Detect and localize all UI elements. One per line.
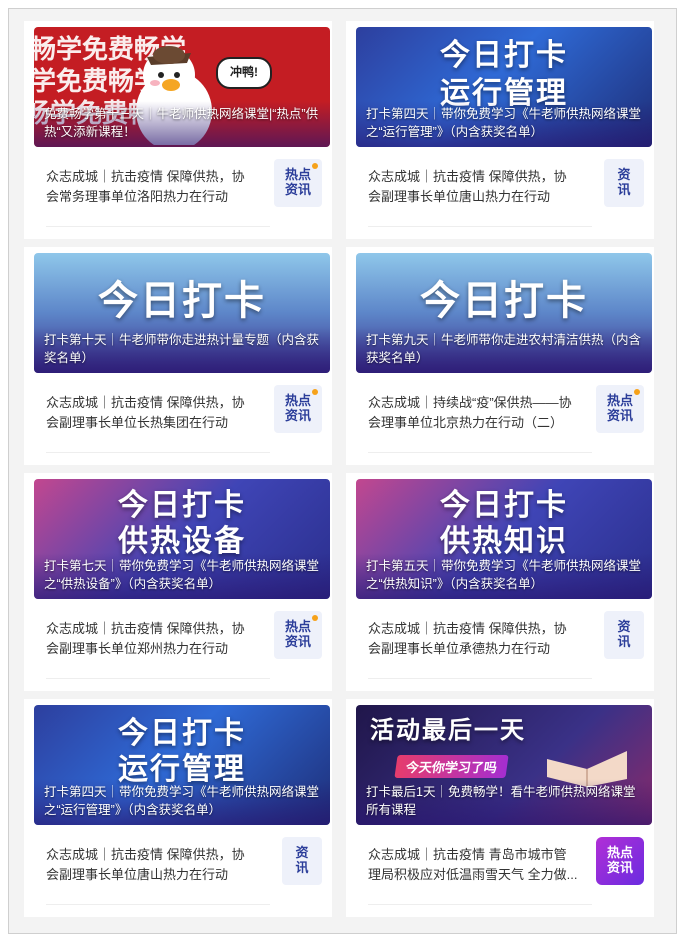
article-card[interactable]: 今日打卡 运行管理 打卡第四天｜带你免费学习《牛老师供热网络课堂之“运行管理”》… — [346, 21, 654, 239]
hot-news-badge-icon: 热点 资讯 — [596, 837, 644, 885]
hot-news-badge-icon: 热点 资讯 — [274, 611, 322, 659]
badge-line-1: 热点 — [284, 394, 311, 409]
badge-line-2: 讯 — [617, 635, 631, 650]
article-card[interactable]: 今日打卡 打卡第十天｜牛老师带你走进热计量专题（内含获奖名单） 众志成城｜抗击疫… — [24, 247, 332, 465]
news-list-item[interactable]: 众志成城｜抗击疫情 青岛市城市管理局积极应对低温雨雪天气 全力做... 热点 资… — [356, 831, 652, 911]
hot-news-badge-icon: 热点 资讯 — [596, 385, 644, 433]
card-banner[interactable]: 活动最后一天 今天你学习了吗 打卡最后1天｜免费畅学！看牛老师供热网络课堂所有课… — [356, 705, 652, 825]
hot-news-badge-icon: 热点 资讯 — [274, 159, 322, 207]
divider — [368, 678, 592, 679]
badge-line-2: 资讯 — [284, 635, 311, 650]
speech-bubble: 冲鸭! — [216, 57, 272, 89]
banner-caption: 打卡第五天｜带你免费学习《牛老师供热网络课堂之“供热知识”》（内含获奖名单） — [366, 559, 642, 591]
badge-line-2: 资讯 — [606, 861, 633, 876]
news-list-item[interactable]: 众志成城｜抗击疫情 保障供热，协会副理事长单位长热集团在行动 热点 资讯 — [34, 379, 330, 459]
banner-headline: 今日打卡 — [118, 488, 246, 523]
badge-line-2: 讯 — [295, 861, 309, 876]
banner-tagline: 今天你学习了吗 — [394, 755, 509, 778]
card-banner[interactable]: 今日打卡 打卡第十天｜牛老师带你走进热计量专题（内含获奖名单） — [34, 253, 330, 373]
news-title: 众志成城｜抗击疫情 保障供热，协会常务理事单位洛阳热力在行动 — [46, 169, 245, 204]
badge-line-1: 热点 — [284, 620, 311, 635]
badge-line-1: 热点 — [606, 846, 633, 861]
news-title: 众志成城｜抗击疫情 保障供热，协会副理事长单位承德热力在行动 — [368, 621, 567, 656]
banner-headline: 活动最后一天 — [370, 716, 526, 744]
news-title: 众志成城｜抗击疫情 保障供热，协会副理事长单位长热集团在行动 — [46, 395, 245, 430]
card-banner[interactable]: 畅学免费畅学 畅学免费畅学 畅学免费畅学 冲鸭! 免费畅学第十三天｜牛老师供热网… — [34, 27, 330, 147]
divider — [368, 452, 592, 453]
divider — [46, 904, 270, 905]
news-list-item[interactable]: 众志成城｜抗击疫情 保障供热，协会副理事长单位郑州热力在行动 热点 资讯 — [34, 605, 330, 685]
article-card[interactable]: 今日打卡 打卡第九天｜牛老师带你走进农村清洁供热（内含获奖名单） 众志成城｜持续… — [346, 247, 654, 465]
article-card[interactable]: 畅学免费畅学 畅学免费畅学 畅学免费畅学 冲鸭! 免费畅学第十三天｜牛老师供热网… — [24, 21, 332, 239]
banner-caption: 打卡第四天｜带你免费学习《牛老师供热网络课堂之“运行管理”》（内含获奖名单） — [44, 785, 320, 817]
banner-caption: 免费畅学第十三天｜牛老师供热网络课堂|“热点”供热“又添新课程！ — [44, 107, 319, 139]
divider — [368, 904, 592, 905]
divider — [46, 452, 270, 453]
badge-line-2: 资讯 — [606, 409, 633, 424]
news-badge-icon: 资 讯 — [604, 611, 644, 659]
card-banner[interactable]: 今日打卡 运行管理 打卡第四天｜带你免费学习《牛老师供热网络课堂之“运行管理”》… — [34, 705, 330, 825]
hot-news-badge-icon: 热点 资讯 — [274, 385, 322, 433]
banner-headline: 今日打卡 — [118, 716, 246, 751]
news-title: 众志成城｜抗击疫情 保障供热，协会副理事长单位唐山热力在行动 — [46, 847, 245, 882]
news-title: 众志成城｜持续战“疫”保供热——协会理事单位北京热力在行动（二） — [368, 395, 572, 430]
badge-line-2: 讯 — [617, 183, 631, 198]
news-list-item[interactable]: 众志成城｜持续战“疫”保供热——协会理事单位北京热力在行动（二） 热点 资讯 — [356, 379, 652, 459]
news-title: 众志成城｜抗击疫情 青岛市城市管理局积极应对低温雨雪天气 全力做... — [368, 847, 578, 882]
badge-line-1: 热点 — [284, 168, 311, 183]
badge-line-1: 热点 — [606, 394, 633, 409]
news-title: 众志成城｜抗击疫情 保障供热，协会副理事长单位唐山热力在行动 — [368, 169, 567, 204]
banner-headline: 今日打卡 — [440, 38, 568, 73]
badge-line-1: 资 — [617, 620, 631, 635]
card-banner[interactable]: 今日打卡 运行管理 打卡第四天｜带你免费学习《牛老师供热网络课堂之“运行管理”》… — [356, 27, 652, 147]
badge-line-2: 资讯 — [284, 183, 311, 198]
banner-headline: 今日打卡 — [420, 278, 588, 324]
news-list-item[interactable]: 众志成城｜抗击疫情 保障供热，协会副理事长单位承德热力在行动 资 讯 — [356, 605, 652, 685]
news-badge-icon: 资 讯 — [604, 159, 644, 207]
divider — [46, 678, 270, 679]
screenshot-frame: 畅学免费畅学 畅学免费畅学 畅学免费畅学 冲鸭! 免费畅学第十三天｜牛老师供热网… — [8, 8, 677, 934]
divider — [46, 226, 270, 227]
article-card[interactable]: 活动最后一天 今天你学习了吗 打卡最后1天｜免费畅学！看牛老师供热网络课堂所有课… — [346, 699, 654, 917]
divider — [368, 226, 592, 227]
news-badge-icon: 资 讯 — [282, 837, 322, 885]
banner-caption: 打卡最后1天｜免费畅学！看牛老师供热网络课堂所有课程 — [366, 785, 636, 817]
banner-headline: 今日打卡 — [98, 278, 266, 324]
badge-line-1: 资 — [617, 168, 631, 183]
badge-line-1: 资 — [295, 846, 309, 861]
banner-headline: 今日打卡 — [440, 488, 568, 523]
card-banner[interactable]: 今日打卡 打卡第九天｜牛老师带你走进农村清洁供热（内含获奖名单） — [356, 253, 652, 373]
news-title: 众志成城｜抗击疫情 保障供热，协会副理事长单位郑州热力在行动 — [46, 621, 245, 656]
banner-caption: 打卡第七天｜带你免费学习《牛老师供热网络课堂之“供热设备”》（内含获奖名单） — [44, 559, 320, 591]
card-banner[interactable]: 今日打卡 供热设备 打卡第七天｜带你免费学习《牛老师供热网络课堂之“供热设备”》… — [34, 479, 330, 599]
news-list-item[interactable]: 众志成城｜抗击疫情 保障供热，协会副理事长单位唐山热力在行动 资 讯 — [356, 153, 652, 233]
article-card[interactable]: 今日打卡 运行管理 打卡第四天｜带你免费学习《牛老师供热网络课堂之“运行管理”》… — [24, 699, 332, 917]
banner-caption: 打卡第四天｜带你免费学习《牛老师供热网络课堂之“运行管理”》（内含获奖名单） — [366, 107, 642, 139]
banner-caption: 打卡第十天｜牛老师带你走进热计量专题（内含获奖名单） — [44, 333, 320, 365]
badge-line-2: 资讯 — [284, 409, 311, 424]
news-list-item[interactable]: 众志成城｜抗击疫情 保障供热，协会副理事长单位唐山热力在行动 资 讯 — [34, 831, 330, 911]
banner-caption: 打卡第九天｜牛老师带你走进农村清洁供热（内含获奖名单） — [366, 333, 642, 365]
article-card[interactable]: 今日打卡 供热设备 打卡第七天｜带你免费学习《牛老师供热网络课堂之“供热设备”》… — [24, 473, 332, 691]
card-banner[interactable]: 今日打卡 供热知识 打卡第五天｜带你免费学习《牛老师供热网络课堂之“供热知识”》… — [356, 479, 652, 599]
article-card[interactable]: 今日打卡 供热知识 打卡第五天｜带你免费学习《牛老师供热网络课堂之“供热知识”》… — [346, 473, 654, 691]
news-list-item[interactable]: 众志成城｜抗击疫情 保障供热，协会常务理事单位洛阳热力在行动 热点 资讯 — [34, 153, 330, 233]
